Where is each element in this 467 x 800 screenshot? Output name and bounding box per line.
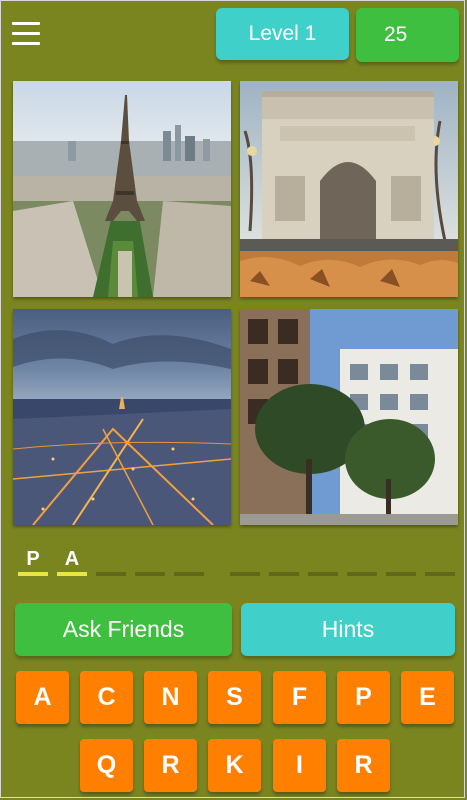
answer-slot-letter xyxy=(386,548,416,570)
coin-counter: 25 xyxy=(356,8,459,62)
answer-slot-letter xyxy=(96,548,126,570)
answer-slot-letter xyxy=(347,548,377,570)
answer-slot-underline xyxy=(269,572,299,576)
answer-slot-underline xyxy=(425,572,455,576)
clue-image-arc-de-triomphe xyxy=(240,81,458,297)
level-indicator[interactable]: Level 1 xyxy=(216,8,349,60)
answer-slot[interactable] xyxy=(386,548,416,576)
letter-key[interactable]: S xyxy=(208,671,261,724)
letter-key[interactable]: K xyxy=(208,739,261,792)
answer-slot-letter xyxy=(308,548,338,570)
letter-key[interactable]: I xyxy=(273,739,326,792)
letter-key[interactable]: Q xyxy=(80,739,133,792)
letter-key[interactable]: R xyxy=(144,739,197,792)
answer-slot[interactable] xyxy=(425,548,455,576)
letter-key[interactable]: E xyxy=(401,671,454,724)
answer-slot[interactable] xyxy=(174,548,204,576)
letter-key[interactable]: F xyxy=(273,671,326,724)
ask-friends-button[interactable]: Ask Friends xyxy=(15,603,232,656)
answer-slot-letter xyxy=(135,548,165,570)
hamburger-menu-icon[interactable] xyxy=(12,22,42,48)
answer-slot-underline xyxy=(386,572,416,576)
answer-slot-letter: A xyxy=(64,548,80,570)
answer-slot-letter xyxy=(174,548,204,570)
clue-image-eiffel-tower xyxy=(13,81,231,297)
answer-slot-underline xyxy=(174,572,204,576)
answer-slot[interactable]: P xyxy=(18,548,48,576)
answer-slot-letter xyxy=(269,548,299,570)
answer-slot-letter xyxy=(230,548,260,570)
answer-slot-underline xyxy=(135,572,165,576)
letter-key[interactable]: R xyxy=(337,739,390,792)
answer-slot-underline xyxy=(347,572,377,576)
answer-slot-underline xyxy=(57,572,87,576)
answer-slot[interactable] xyxy=(347,548,377,576)
answer-slot-underline xyxy=(308,572,338,576)
answer-slot[interactable] xyxy=(135,548,165,576)
answer-slot[interactable] xyxy=(96,548,126,576)
answer-slot[interactable] xyxy=(308,548,338,576)
letter-key[interactable]: A xyxy=(16,671,69,724)
clue-image-city-dusk xyxy=(13,309,231,525)
answer-slot-underline xyxy=(18,572,48,576)
clue-image-apartments xyxy=(240,309,458,525)
answer-slot[interactable] xyxy=(269,548,299,576)
hints-button[interactable]: Hints xyxy=(241,603,455,656)
answer-slot[interactable] xyxy=(230,548,260,576)
answer-slot-underline xyxy=(96,572,126,576)
answer-slot-letter: P xyxy=(26,548,40,570)
letter-key[interactable]: C xyxy=(80,671,133,724)
answer-slot-letter xyxy=(425,548,455,570)
answer-slot-underline xyxy=(230,572,260,576)
letter-key[interactable]: P xyxy=(337,671,390,724)
letter-key[interactable]: N xyxy=(144,671,197,724)
answer-slot[interactable]: A xyxy=(57,548,87,576)
